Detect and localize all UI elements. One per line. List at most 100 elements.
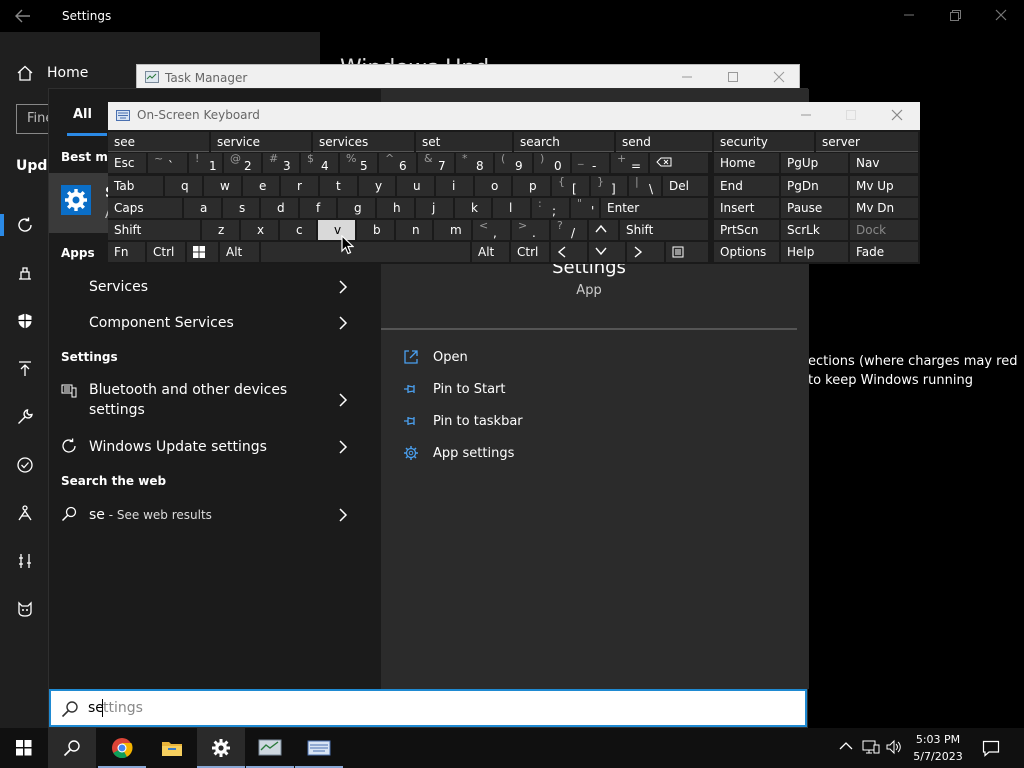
sync-icon[interactable] — [16, 216, 34, 234]
key-symbol[interactable]: }] — [591, 175, 627, 196]
key-arrow-right[interactable] — [627, 242, 664, 262]
key-home[interactable]: Home — [714, 153, 779, 173]
key-pgup[interactable]: PgUp — [781, 153, 848, 173]
key-w[interactable]: w — [204, 176, 241, 196]
key-y[interactable]: y — [359, 176, 395, 196]
key-fade[interactable]: Fade — [850, 242, 918, 262]
chevron-up-icon[interactable] — [839, 741, 853, 751]
key-u[interactable]: u — [397, 176, 434, 196]
key-space[interactable] — [261, 242, 470, 262]
wrench-icon[interactable] — [16, 408, 34, 426]
key-1[interactable]: ! 1 — [189, 152, 222, 173]
key-5[interactable]: % 5 — [340, 152, 377, 173]
key-l[interactable]: l — [493, 198, 530, 218]
key-r[interactable]: r — [281, 176, 318, 196]
key-z[interactable]: z — [202, 220, 239, 240]
backup-icon[interactable] — [16, 360, 34, 378]
key-caps[interactable]: Caps — [108, 198, 182, 218]
chevron-right-icon[interactable] — [338, 440, 348, 454]
maximize-icon[interactable] — [727, 71, 739, 83]
insider-icon[interactable] — [16, 600, 34, 618]
taskbar-app-on-screen-keyboard[interactable] — [295, 728, 343, 768]
key-shift[interactable]: Shift — [620, 220, 708, 240]
clock-date[interactable]: 5/7/2023 — [905, 750, 971, 763]
key-symbol[interactable]: ~ ` — [148, 152, 187, 173]
key-fn[interactable]: Fn — [108, 242, 145, 262]
key-b[interactable]: b — [357, 220, 394, 240]
start-button[interactable] — [0, 728, 48, 768]
action-pin-to-taskbar[interactable]: Pin to taskbar — [403, 411, 703, 435]
key-tab[interactable]: Tab — [108, 176, 163, 196]
key-q[interactable]: q — [165, 176, 202, 196]
result-windows-update-settings[interactable]: Windows Update settings — [49, 430, 381, 464]
key-alt[interactable]: Alt — [472, 242, 509, 262]
network-icon[interactable] — [862, 739, 880, 755]
key-options[interactable]: Options — [714, 242, 779, 262]
suggestion-server[interactable]: server — [816, 132, 918, 152]
key-symbol[interactable]: {[ — [552, 175, 589, 196]
suggestion-set[interactable]: set — [416, 132, 512, 152]
result-component-services[interactable]: Component Services — [49, 306, 381, 340]
action-pin-to-start[interactable]: Pin to Start — [403, 379, 703, 403]
search-input[interactable]: se ttings — [49, 689, 807, 727]
close-icon[interactable] — [891, 109, 903, 121]
key-symbol[interactable]: + = — [611, 152, 648, 173]
osk-titlebar[interactable]: On-Screen Keyboard — [108, 102, 920, 130]
key-f[interactable]: f — [300, 198, 336, 218]
key-c[interactable]: c — [280, 220, 316, 240]
key-ctrl[interactable]: Ctrl — [147, 242, 185, 262]
key-enter[interactable]: Enter — [601, 198, 708, 218]
action-open[interactable]: Open — [403, 347, 703, 371]
key-symbol[interactable]: " ' — [571, 197, 599, 218]
key-help[interactable]: Help — [781, 242, 848, 262]
key-symbol[interactable]: >. — [512, 219, 549, 240]
key-symbol[interactable]: | \ — [629, 175, 661, 196]
key-nav[interactable]: Nav — [850, 153, 918, 173]
key-arrow-left[interactable] — [551, 242, 587, 262]
restore-icon[interactable] — [948, 8, 962, 22]
shield-icon[interactable] — [16, 312, 34, 330]
key-symbol[interactable]: _ - — [572, 152, 609, 173]
minimize-icon[interactable] — [800, 109, 812, 121]
taskbar-app-task-manager[interactable] — [246, 728, 294, 768]
delivery-icon[interactable] — [16, 264, 34, 282]
key-j[interactable]: j — [416, 198, 453, 218]
taskbar-app-chrome[interactable] — [98, 728, 146, 768]
key-symbol[interactable]: <, — [473, 219, 510, 240]
taskbar-app-settings[interactable] — [197, 728, 245, 768]
key-menu-key[interactable] — [666, 242, 708, 262]
key-backspace[interactable] — [650, 153, 708, 173]
key-6[interactable]: ^ 6 — [379, 152, 416, 173]
key-del[interactable]: Del — [663, 176, 708, 196]
key-d[interactable]: d — [261, 198, 298, 218]
chevron-right-icon[interactable] — [338, 393, 348, 407]
key-scrlk[interactable]: ScrLk — [781, 220, 848, 240]
search-button[interactable] — [48, 728, 96, 768]
key-pause[interactable]: Pause — [781, 198, 848, 218]
key-3[interactable]: #3 — [263, 152, 299, 173]
suggestion-services[interactable]: services — [313, 132, 414, 152]
key-symbol[interactable]: ? / — [551, 219, 587, 240]
taskbar-app-file-explorer[interactable] — [148, 728, 196, 768]
key-n[interactable]: n — [396, 220, 432, 240]
maximize-icon[interactable] — [845, 109, 857, 121]
find-device-icon[interactable] — [16, 504, 34, 522]
volume-icon[interactable] — [885, 739, 903, 755]
key-2[interactable]: @2 — [224, 152, 261, 173]
key-p[interactable]: p — [513, 176, 550, 196]
back-arrow-icon[interactable] — [14, 8, 32, 24]
key-end[interactable]: End — [714, 176, 779, 196]
action-app-settings[interactable]: App settings — [403, 443, 703, 467]
key-arrow-up[interactable] — [589, 220, 618, 240]
key-insert[interactable]: Insert — [714, 198, 779, 218]
key-g[interactable]: g — [338, 198, 375, 218]
key-4[interactable]: $4 — [301, 152, 338, 173]
key-o[interactable]: o — [475, 176, 511, 196]
key-esc[interactable]: Esc — [108, 153, 146, 173]
home-icon[interactable] — [16, 65, 34, 81]
key-9[interactable]: (9 — [495, 152, 532, 173]
key-t[interactable]: t — [320, 176, 357, 196]
task-manager-window[interactable]: Task Manager — [136, 64, 800, 90]
settings-home-link[interactable]: Home — [47, 65, 88, 81]
key-e[interactable]: e — [243, 176, 279, 196]
